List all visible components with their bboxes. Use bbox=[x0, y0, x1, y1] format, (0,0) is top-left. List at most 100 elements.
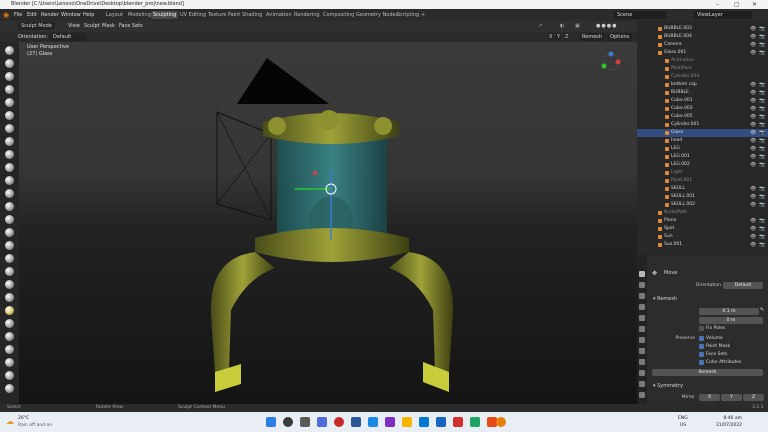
sculpt-brush-icon[interactable] bbox=[5, 98, 14, 107]
visibility-eye-icon[interactable]: 👁 bbox=[750, 81, 756, 89]
menu-face-sets[interactable]: Face Sets bbox=[119, 21, 143, 32]
outliner-row[interactable]: Suz.001 👁 📷 bbox=[637, 241, 768, 249]
search-icon[interactable] bbox=[283, 417, 293, 427]
sculpt-brush-icon[interactable] bbox=[5, 124, 14, 133]
render-camera-icon[interactable]: 📷 bbox=[759, 129, 765, 137]
outliner-row[interactable]: NurbsPath bbox=[637, 209, 768, 217]
outliner-row[interactable]: bottom cap 👁 📷 bbox=[637, 81, 768, 89]
properties-tab-icon[interactable] bbox=[639, 359, 645, 365]
render-camera-icon[interactable]: 📷 bbox=[759, 113, 765, 121]
symmetry-section-header[interactable]: ▾ Symmetry bbox=[653, 383, 683, 389]
properties-tab-icon[interactable] bbox=[639, 392, 645, 398]
sculpt-brush-icon[interactable] bbox=[5, 72, 14, 81]
maximize-button[interactable]: ▢ bbox=[734, 0, 740, 9]
word-icon[interactable] bbox=[351, 417, 361, 427]
sculpt-brush-icon[interactable] bbox=[5, 137, 14, 146]
sculpt-brush-icon[interactable] bbox=[5, 163, 14, 172]
render-camera-icon[interactable]: 📷 bbox=[759, 89, 765, 97]
outliner-row[interactable]: Cylinder.004 bbox=[637, 73, 768, 81]
tab-rendering[interactable]: Rendering bbox=[292, 11, 322, 19]
sculpt-brush-icon[interactable] bbox=[5, 111, 14, 120]
menu-mask[interactable]: Mask bbox=[102, 21, 115, 32]
properties-tab-icon[interactable] bbox=[639, 370, 645, 376]
tab-sculpting[interactable]: Sculpting bbox=[151, 11, 179, 19]
file-explorer-icon[interactable] bbox=[402, 417, 412, 427]
start-icon[interactable] bbox=[266, 417, 276, 427]
render-camera-icon[interactable]: 📷 bbox=[759, 81, 765, 89]
visibility-eye-icon[interactable]: 👁 bbox=[750, 193, 756, 201]
render-camera-icon[interactable]: 📷 bbox=[759, 225, 765, 233]
outliner-row[interactable]: Glass 👁 📷 bbox=[637, 129, 768, 137]
tab-modeling[interactable]: Modeling bbox=[126, 11, 153, 19]
sculpt-brush-icon[interactable] bbox=[5, 228, 14, 237]
outliner-row[interactable]: head 👁 📷 bbox=[637, 137, 768, 145]
teams-icon[interactable] bbox=[385, 417, 395, 427]
tab-geometry-nodes[interactable]: Geometry Nodes bbox=[354, 11, 400, 19]
store-icon[interactable] bbox=[419, 417, 429, 427]
visibility-eye-icon[interactable]: 👁 bbox=[750, 161, 756, 169]
visibility-eye-icon[interactable]: 👁 bbox=[750, 121, 756, 129]
color-attributes-checkbox[interactable] bbox=[699, 360, 704, 365]
render-camera-icon[interactable]: 📷 bbox=[759, 193, 765, 201]
outliner-row[interactable]: Point.001 bbox=[637, 177, 768, 185]
widgets-icon[interactable] bbox=[317, 417, 327, 427]
volume-checkbox[interactable] bbox=[699, 336, 704, 341]
outliner-row[interactable]: Sun 👁 📷 bbox=[637, 233, 768, 241]
transform-icon[interactable]: ↗ bbox=[538, 21, 542, 32]
sculpt-brush-icon[interactable] bbox=[5, 150, 14, 159]
sculpt-brush-icon[interactable] bbox=[5, 332, 14, 341]
properties-tab-icon[interactable] bbox=[639, 282, 645, 288]
tab-shading[interactable]: Shading bbox=[240, 11, 264, 19]
render-camera-icon[interactable]: 📷 bbox=[759, 145, 765, 153]
outlook-icon[interactable] bbox=[436, 417, 446, 427]
render-camera-icon[interactable]: 📷 bbox=[759, 241, 765, 249]
outliner-row[interactable]: Plane 👁 📷 bbox=[637, 217, 768, 225]
remesh-menu[interactable]: Remesh bbox=[579, 33, 606, 41]
visibility-eye-icon[interactable]: 👁 bbox=[750, 97, 756, 105]
render-camera-icon[interactable]: 📷 bbox=[759, 153, 765, 161]
view-layer-selector[interactable]: ViewLayer bbox=[694, 11, 752, 19]
sculpt-brush-icon[interactable] bbox=[5, 59, 14, 68]
menu-edit[interactable]: Edit bbox=[27, 9, 37, 21]
render-camera-icon[interactable]: 📷 bbox=[759, 25, 765, 33]
properties-tab-icon[interactable] bbox=[639, 293, 645, 299]
properties-tab-icon[interactable] bbox=[639, 381, 645, 387]
outliner-row[interactable]: Cube.001 👁 📷 bbox=[637, 97, 768, 105]
tab-uv-editing[interactable]: UV Editing bbox=[178, 11, 208, 19]
fix-poles-checkbox[interactable] bbox=[699, 326, 704, 331]
render-camera-icon[interactable]: 📷 bbox=[759, 185, 765, 193]
tab-texture-paint[interactable]: Texture Paint bbox=[206, 11, 242, 19]
properties-tab-icon[interactable] bbox=[639, 271, 645, 277]
tab-layout[interactable]: Layout bbox=[104, 11, 125, 19]
render-camera-icon[interactable]: 📷 bbox=[759, 49, 765, 57]
sculpt-brush-icon[interactable] bbox=[5, 176, 14, 185]
sculpt-brush-icon[interactable] bbox=[5, 319, 14, 328]
edge-icon[interactable] bbox=[368, 417, 378, 427]
remesh-section-header[interactable]: ▾ Remesh bbox=[653, 296, 677, 302]
visibility-eye-icon[interactable]: 👁 bbox=[750, 129, 756, 137]
visibility-eye-icon[interactable]: 👁 bbox=[750, 201, 756, 209]
adaptivity-field[interactable]: 0 m bbox=[699, 317, 763, 324]
paint-mask-checkbox[interactable] bbox=[699, 344, 704, 349]
tab-scripting[interactable]: Scripting bbox=[395, 11, 421, 19]
outliner-row[interactable]: LEG.001 👁 📷 bbox=[637, 153, 768, 161]
mirror-z-toggle[interactable]: Z bbox=[743, 394, 764, 401]
render-camera-icon[interactable]: 📷 bbox=[759, 41, 765, 49]
properties-tab-icon[interactable] bbox=[639, 326, 645, 332]
outliner-row[interactable]: SKULL.001 👁 📷 bbox=[637, 193, 768, 201]
outliner[interactable]: BUBBLE.003 👁 📷 BUBBLE.004 👁 📷 Camera 👁 📷 Glass.00… bbox=[637, 21, 768, 255]
sculpt-brush-icon[interactable] bbox=[5, 46, 14, 55]
outliner-row[interactable]: Spot 👁 📷 bbox=[637, 225, 768, 233]
render-camera-icon[interactable]: 📷 bbox=[759, 33, 765, 41]
orientation-selector[interactable]: Default bbox=[50, 33, 86, 41]
sculpt-brush-icon[interactable] bbox=[5, 85, 14, 94]
visibility-eye-icon[interactable]: 👁 bbox=[750, 89, 756, 97]
sculpt-brush-icon[interactable] bbox=[5, 241, 14, 250]
tab-animation[interactable]: Animation bbox=[264, 11, 294, 19]
outliner-row[interactable]: Cylinder.001 👁 📷 bbox=[637, 121, 768, 129]
remesh-button[interactable]: Remesh bbox=[652, 369, 763, 376]
xray-icon[interactable]: ▣ bbox=[575, 21, 580, 32]
outliner-row[interactable]: BUBBLE.003 👁 📷 bbox=[637, 25, 768, 33]
visibility-eye-icon[interactable]: 👁 bbox=[750, 41, 756, 49]
tab-compositing[interactable]: Compositing bbox=[321, 11, 356, 19]
